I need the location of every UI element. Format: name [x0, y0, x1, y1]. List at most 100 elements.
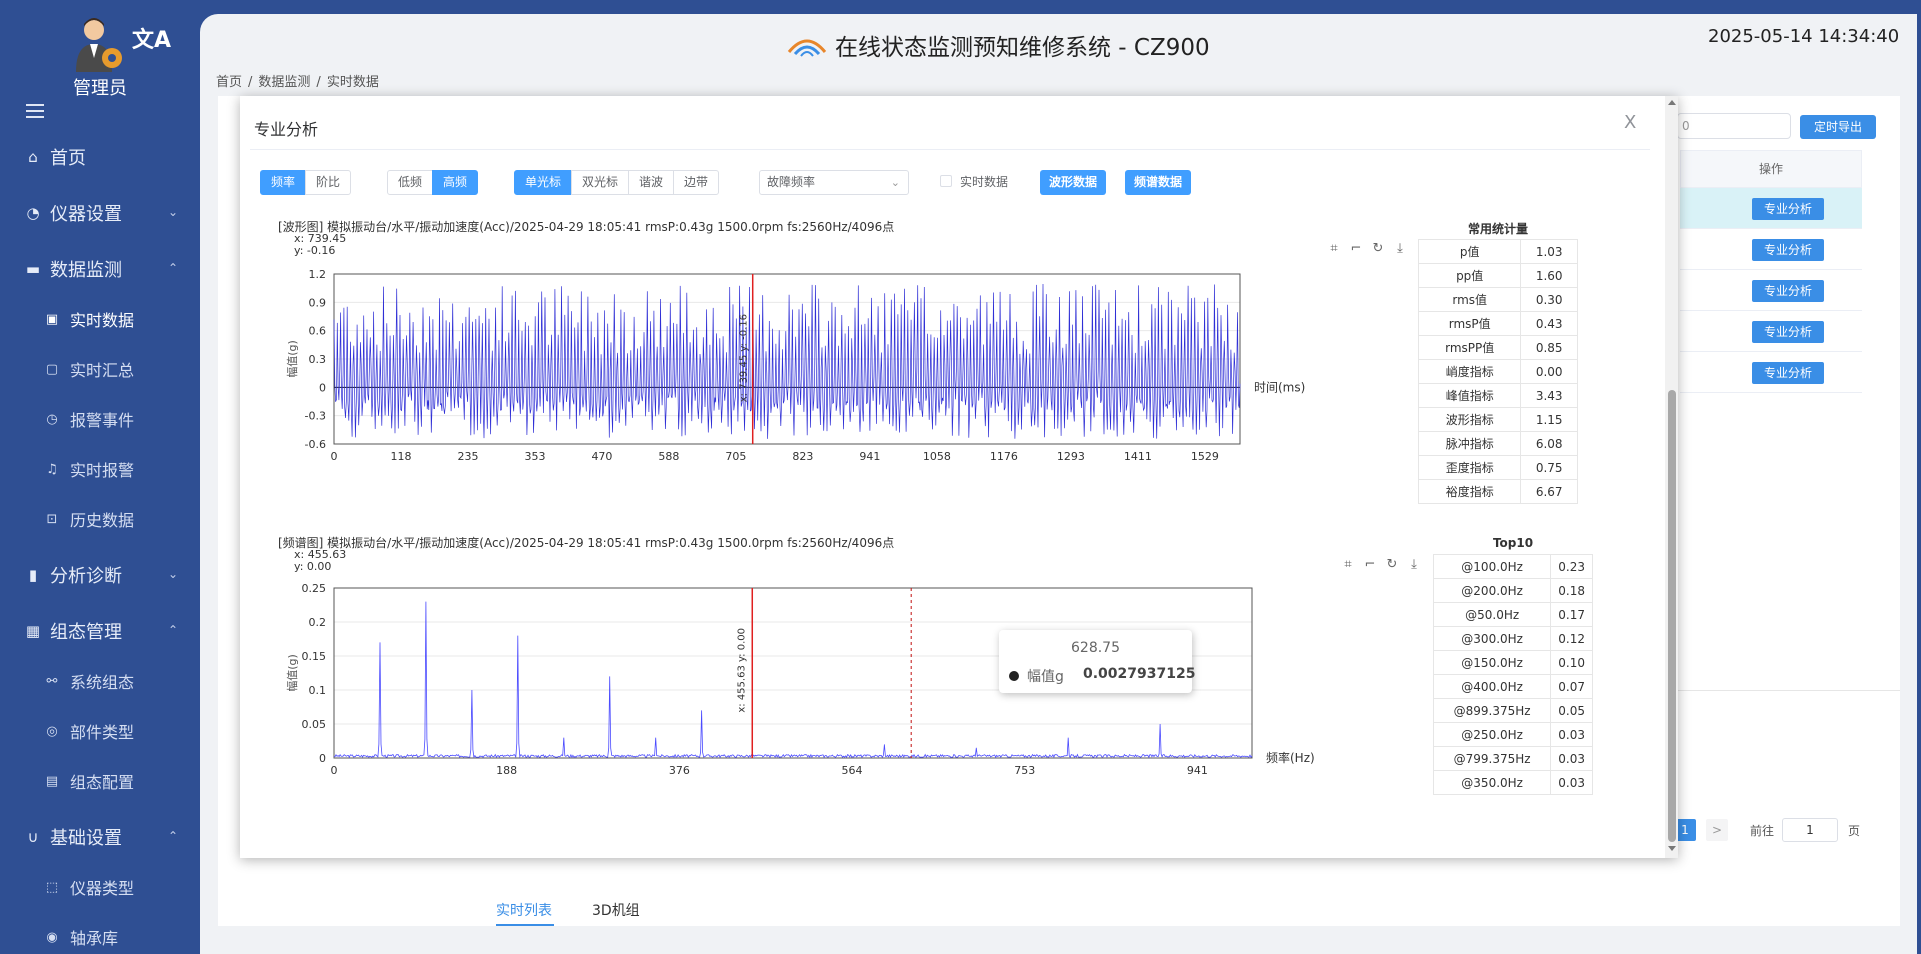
download-icon[interactable]: ⤓ — [1406, 556, 1422, 572]
nav-component-type-label: 部件类型 — [70, 723, 135, 742]
x-tick-label: 118 — [390, 450, 411, 463]
single-cursor-button[interactable]: 单光标 — [514, 170, 573, 195]
metric-value: 1.03 — [1520, 239, 1578, 264]
analysis-button[interactable]: 专业分析 — [1752, 321, 1824, 343]
analysis-button[interactable]: 专业分析 — [1752, 362, 1824, 384]
nav-component-type[interactable]: ◎ 部件类型 — [0, 706, 200, 756]
download-icon[interactable]: ⤓ — [1392, 240, 1408, 256]
table-row[interactable]: 专业分析 — [1680, 229, 1862, 270]
refresh-icon[interactable]: ↻ — [1370, 240, 1386, 256]
chart-tooltip: 628.75 幅值g 0.0027937125 — [999, 630, 1195, 693]
metric-value: 0.23 — [1550, 554, 1593, 579]
metric-name: 峰值指标 — [1417, 383, 1522, 408]
zoom-reset-icon[interactable]: ⌐ — [1362, 556, 1378, 572]
waveform-title: [波形图] 模拟振动台/水平/振动加速度(Acc)/2025-04-29 18:… — [278, 220, 895, 234]
nav-home-label: 首页 — [50, 148, 86, 169]
metric-name: @100.0Hz — [1432, 554, 1552, 579]
realtime-data-label: 实时数据 — [960, 175, 1009, 189]
close-button[interactable]: X — [1624, 112, 1636, 133]
nav-system-group[interactable]: ⚯ 系统组态 — [0, 656, 200, 706]
zoom-icon[interactable]: ⌗ — [1326, 240, 1342, 256]
link-icon: ⚯ — [46, 673, 58, 689]
breadcrumb-current: 实时数据 — [326, 75, 379, 90]
table-row[interactable]: 专业分析 — [1680, 352, 1862, 393]
nav-basic-settings[interactable]: ∪ 基础设置 ⌃ — [0, 812, 200, 862]
x-tick-label: 705 — [725, 450, 746, 463]
analysis-button[interactable]: 专业分析 — [1752, 239, 1824, 261]
metric-name: 脉冲指标 — [1417, 431, 1522, 456]
refresh-icon[interactable]: ↻ — [1384, 556, 1400, 572]
tab-realtime-list[interactable]: 实时列表 — [496, 900, 552, 920]
goto-label: 前往 — [1750, 824, 1775, 838]
nav-data-monitoring[interactable]: ▬ 数据监测 ⌃ — [0, 244, 200, 294]
nav-alarm-events[interactable]: ◷ 报警事件 — [0, 394, 200, 444]
nav-realtime-data[interactable]: ▣ 实时数据 — [0, 294, 200, 344]
nav-realtime-alarm[interactable]: ♫ 实时报警 — [0, 444, 200, 494]
table-row: @50.0Hz 0.17 — [1432, 602, 1593, 627]
metric-name: 歪度指标 — [1417, 455, 1522, 480]
table-row[interactable]: 专业分析 — [1680, 270, 1862, 311]
order-button[interactable]: 阶比 — [305, 170, 352, 195]
translate-icon[interactable]: 文A — [132, 22, 171, 54]
frequency-button[interactable]: 频率 — [260, 170, 307, 195]
nav-home[interactable]: ⌂ 首页 — [0, 132, 200, 182]
y-axis-label: 幅值(g) — [286, 340, 299, 378]
scrollbar-thumb[interactable] — [1668, 390, 1676, 842]
admin-avatar[interactable] — [70, 14, 130, 74]
waveform-chart[interactable]: 1.2 0.9 0.6 0.3 0 -0.3 -0.6 0 118 235 353 470 588 705… — [286, 261, 1305, 463]
x-tick-label: 376 — [669, 764, 690, 777]
zoom-icon[interactable]: ⌗ — [1340, 556, 1356, 572]
realtime-data-checkbox[interactable] — [940, 175, 952, 187]
sideband-button[interactable]: 边带 — [673, 170, 720, 195]
waveform-data-button[interactable]: 波形数据 — [1040, 170, 1107, 195]
spectrum-data-button[interactable]: 频谱数据 — [1125, 170, 1192, 195]
table-row: @799.375Hz 0.03 — [1432, 746, 1593, 771]
breadcrumb-home[interactable]: 首页 — [216, 75, 242, 90]
schedule-input[interactable]: 0 — [1677, 113, 1791, 139]
nav-group-management[interactable]: ▦ 组态管理 ⌃ — [0, 606, 200, 656]
table-row[interactable]: 专业分析 — [1680, 188, 1862, 229]
table-row: @200.0Hz 0.18 — [1432, 578, 1593, 603]
scheduled-export-button[interactable]: 定时导出 — [1800, 115, 1876, 139]
nav-analysis-diagnosis[interactable]: ▮ 分析诊断 ⌄ — [0, 550, 200, 600]
low-freq-button[interactable]: 低频 — [387, 170, 434, 195]
y-tick-label: -0.6 — [305, 438, 326, 451]
table-row[interactable]: 专业分析 — [1680, 311, 1862, 352]
zoom-reset-icon[interactable]: ⌐ — [1348, 240, 1364, 256]
x-tick-label: 1529 — [1191, 450, 1219, 463]
nav-group-config[interactable]: ▤ 组态配置 — [0, 756, 200, 806]
goto-page-input[interactable]: 1 — [1782, 818, 1838, 842]
top10-table: @100.0Hz 0.23 @200.0Hz 0.18 @50.0Hz 0.17 @300.… — [1432, 554, 1593, 795]
analysis-button[interactable]: 专业分析 — [1752, 198, 1824, 220]
scroll-down-icon[interactable] — [1668, 846, 1676, 851]
stats-table: p值 1.03 pp值 1.60 rms值 0.30 rmsP值 0.43 rmsPP值 0.85… — [1417, 239, 1578, 504]
next-page-button[interactable]: > — [1706, 819, 1728, 841]
nav-realtime-summary[interactable]: ▢ 实时汇总 — [0, 344, 200, 394]
top10-title: Top10 — [1492, 536, 1534, 550]
fault-frequency-select[interactable]: 故障频率 ⌄ — [759, 170, 909, 195]
table-row: 歪度指标 0.75 — [1417, 455, 1578, 480]
series-dot-icon — [1009, 671, 1019, 681]
menu-toggle-icon[interactable] — [26, 104, 44, 122]
harmonic-button[interactable]: 谐波 — [628, 170, 675, 195]
cart-icon: ⊡ — [46, 511, 58, 527]
active-tab-indicator — [496, 924, 554, 926]
metric-value: 1.60 — [1520, 263, 1578, 288]
analysis-button[interactable]: 专业分析 — [1752, 280, 1824, 302]
metric-name: @300.0Hz — [1432, 626, 1552, 651]
breadcrumb-monitoring[interactable]: 数据监测 — [258, 75, 310, 90]
spectrum-readout-y: y: 0.00 — [294, 560, 332, 573]
waveform-readout-y: y: -0.16 — [294, 244, 336, 257]
scroll-up-icon[interactable] — [1668, 100, 1676, 105]
nav-history-data[interactable]: ⊡ 历史数据 — [0, 494, 200, 544]
tab-3d-unit[interactable]: 3D机组 — [592, 900, 640, 920]
nav-instrument-type[interactable]: ⬚ 仪器类型 — [0, 862, 200, 912]
metric-value: 0.03 — [1550, 746, 1593, 771]
mode-toggle: 频率 阶比 — [260, 170, 352, 195]
spectrum-title: [频谱图] 模拟振动台/水平/振动加速度(Acc)/2025-04-29 18:… — [278, 536, 895, 550]
nav-instrument-settings[interactable]: ◔ 仪器设置 ⌄ — [0, 188, 200, 238]
high-freq-button[interactable]: 高频 — [432, 170, 479, 195]
double-cursor-button[interactable]: 双光标 — [571, 170, 630, 195]
grid-icon: ▦ — [25, 622, 41, 640]
nav-bearing-lib[interactable]: ◉ 轴承库 — [0, 912, 200, 954]
